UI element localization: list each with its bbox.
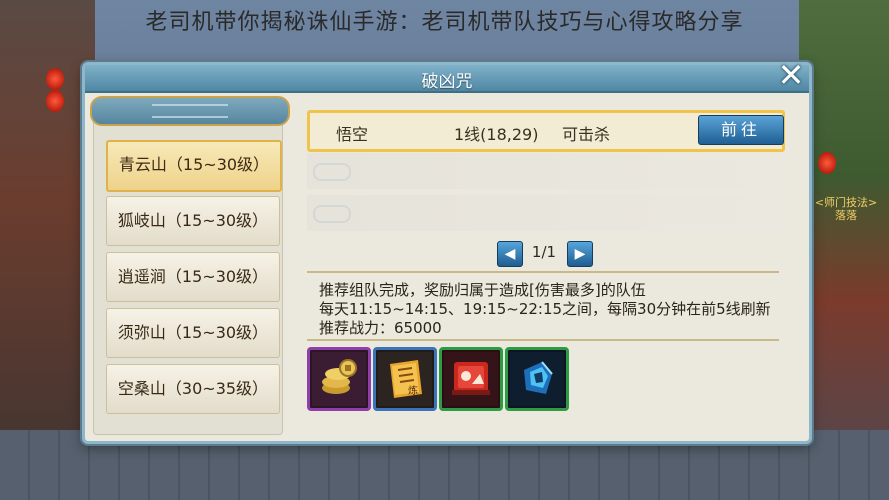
target-status: 可击杀	[562, 125, 611, 144]
region-item-xumi[interactable]: 须弥山（15~30级）	[106, 308, 280, 358]
description-power: 推荐战力：65000	[319, 319, 442, 337]
description-reward-rule: 推荐组队完成，奖励归属于造成[伤害最多]的队伍	[319, 281, 646, 299]
region-item-huqi[interactable]: 狐岐山（15~30级）	[106, 196, 280, 246]
region-list: 青云山（15~30级） 狐岐山（15~30级） 逍遥涧（15~30级） 须弥山（…	[90, 96, 290, 435]
next-page-button[interactable]: ▶	[567, 241, 593, 267]
red-scroll-icon	[452, 362, 490, 395]
divider	[307, 339, 779, 341]
target-location: 1线(18,29)	[454, 125, 539, 144]
description-schedule: 每天11:15~14:15、19:15~22:15之间，每隔30分钟在前5线刷新	[319, 300, 771, 318]
reward-item-red-scroll[interactable]	[439, 347, 503, 411]
arrow-right-icon: ▶	[574, 246, 586, 262]
npc-name-label[interactable]: <师门技法> 落落	[811, 196, 881, 222]
cloud-ornament-icon	[313, 163, 351, 181]
coins-icon	[322, 359, 357, 394]
region-item-xiaoyao[interactable]: 逍遥涧（15~30级）	[106, 252, 280, 302]
region-item-qingyun[interactable]: 青云山（15~30级）	[106, 140, 282, 192]
description: 推荐组队完成，奖励归属于造成[伤害最多]的队伍 每天11:15~14:15、19…	[319, 281, 771, 338]
panel-header: 破凶咒	[85, 65, 809, 93]
svg-text:炼: 炼	[408, 384, 418, 397]
empty-target-row	[307, 153, 785, 189]
target-row[interactable]: 悟空 1线(18,29) 可击杀 前往	[307, 110, 785, 152]
divider	[307, 271, 779, 273]
lantern-icon	[46, 68, 64, 90]
arrow-left-icon: ◀	[504, 246, 516, 262]
empty-target-row	[307, 195, 785, 231]
dungeon-panel: 破凶咒 ✕ 青云山（15~30级） 狐岐山（15~30级） 逍遥涧（15~30级…	[82, 57, 812, 444]
cloud-ornament-icon	[313, 205, 351, 223]
region-list-header-ornament	[90, 96, 290, 126]
blue-crystal-icon	[524, 361, 553, 394]
background-trees-right	[799, 0, 889, 500]
page-indicator: 1/1	[531, 243, 557, 261]
reward-item-scroll[interactable]: 炼	[373, 347, 437, 411]
close-button[interactable]: ✕	[773, 57, 809, 93]
prev-page-button[interactable]: ◀	[497, 241, 523, 267]
page-title: 老司机带你揭秘诛仙手游：老司机带队技巧与心得攻略分享	[145, 10, 744, 35]
scroll-icon: 炼	[390, 360, 422, 398]
target-name: 悟空	[336, 125, 369, 144]
region-item-kongsang[interactable]: 空桑山（30~35级）	[106, 364, 280, 414]
reward-item-coins[interactable]	[307, 347, 371, 411]
lantern-icon	[818, 152, 836, 174]
lantern-icon	[46, 90, 64, 112]
panel-title: 破凶咒	[421, 72, 473, 92]
go-button[interactable]: 前往	[698, 115, 784, 145]
reward-item-blue-crystal[interactable]	[505, 347, 569, 411]
